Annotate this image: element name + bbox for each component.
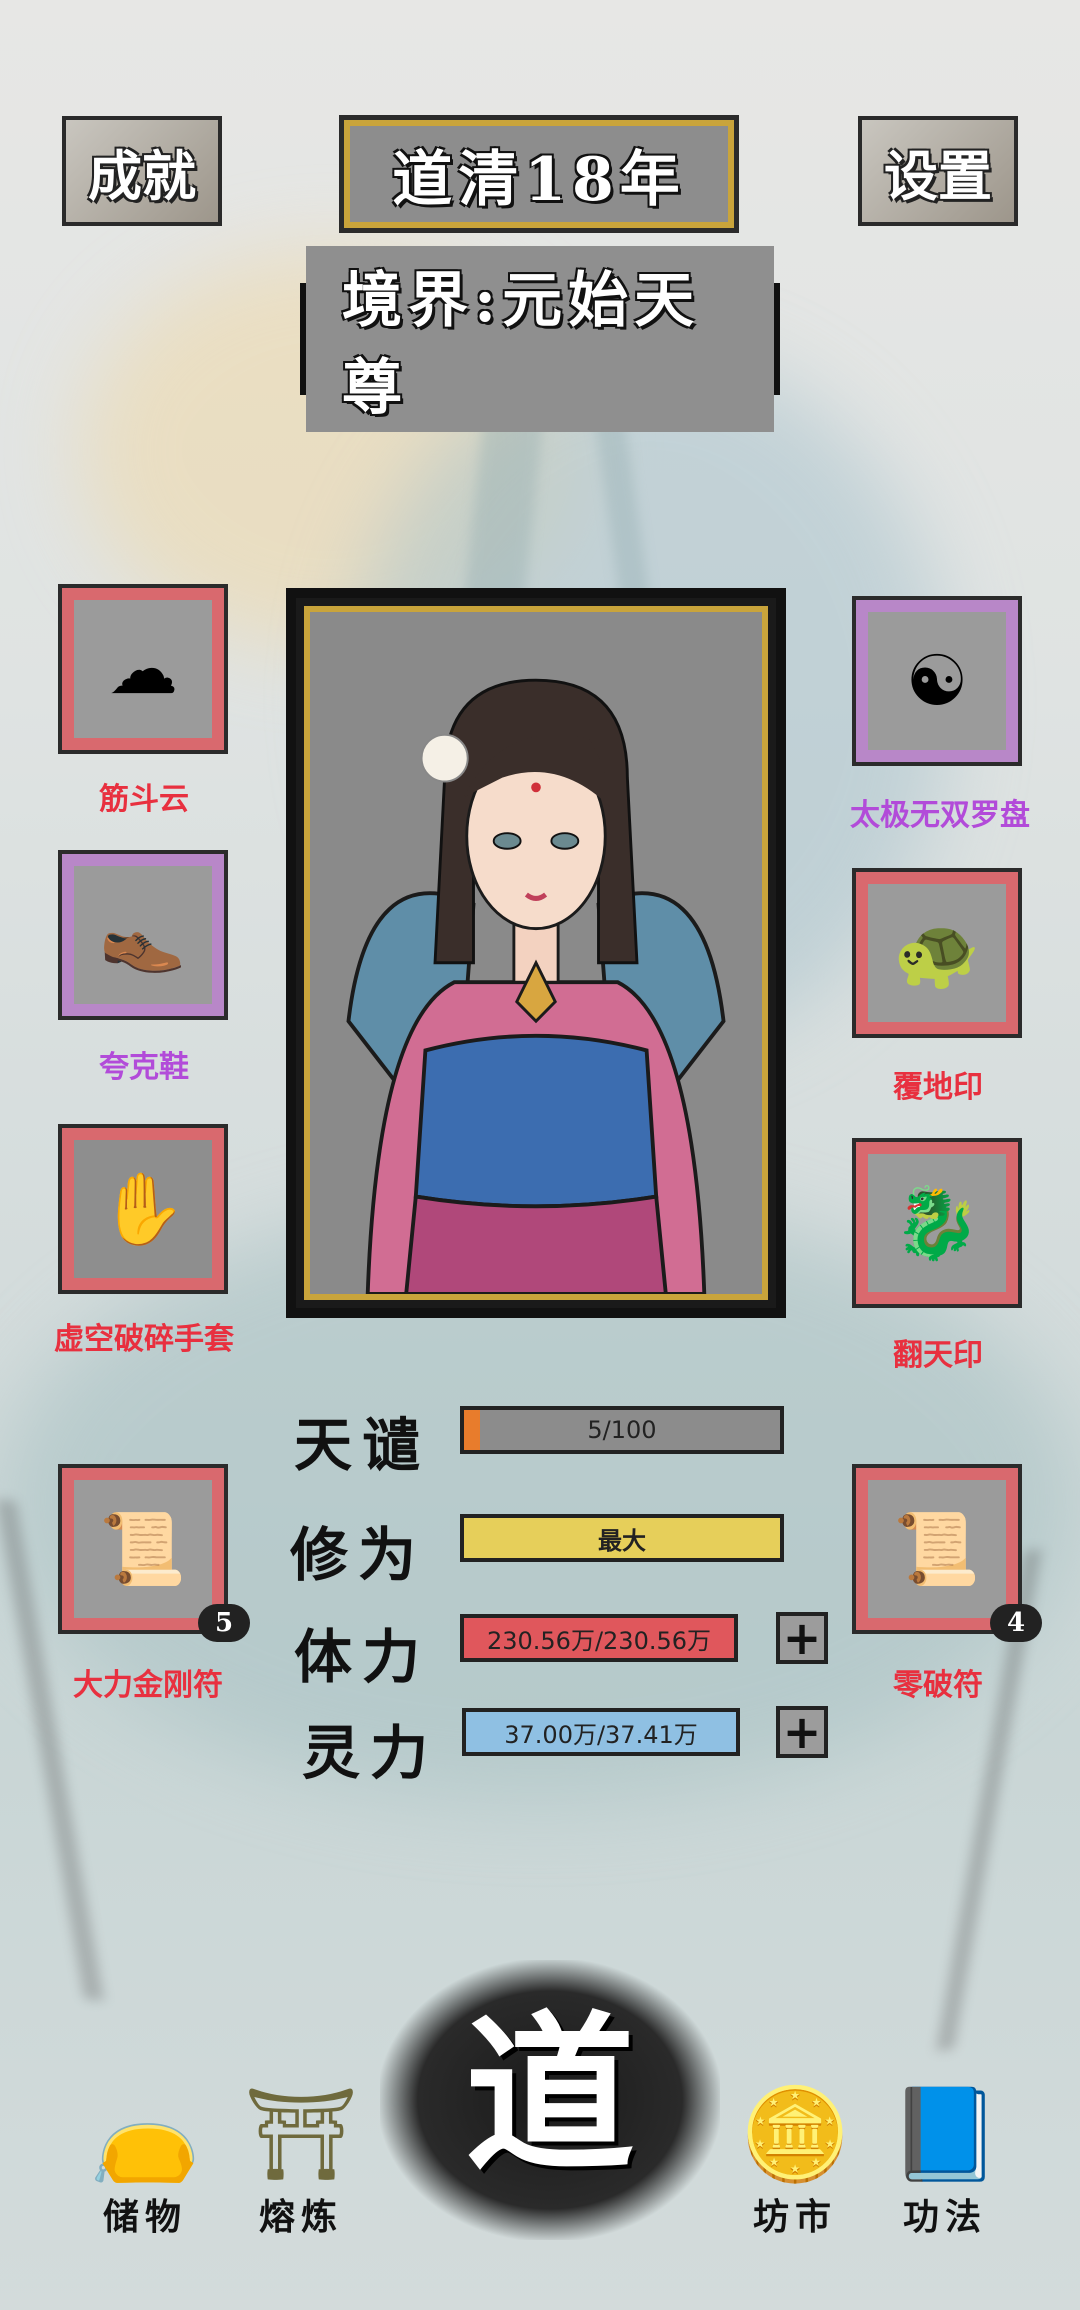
spirit-value: 37.00万/37.41万 [504, 1720, 698, 1749]
cauldron-icon: ⛩ [243, 2082, 359, 2187]
add-stamina-button[interactable]: + [776, 1612, 828, 1664]
achievements-button[interactable]: 成就 [62, 116, 222, 226]
stamina-value: 230.56万/230.56万 [486, 1626, 712, 1655]
realm-plaque: 境界:元始天尊 [300, 246, 780, 432]
equipment-slot-earth-seal[interactable]: 🐢 [852, 868, 1022, 1038]
seal-icon: 🐢 [893, 911, 981, 994]
stat-label-cultivation: 修为 [290, 1521, 427, 1589]
nav-storage[interactable]: 👝 储物 [80, 2090, 210, 2240]
slot-label: 太极无双罗盘 [850, 798, 1030, 833]
talisman-slot-vajra[interactable]: 📜 [58, 1464, 228, 1634]
slot-label: 夸克鞋 [99, 1050, 189, 1085]
equipment-slot-quark-shoes[interactable]: 👞 [58, 850, 228, 1020]
stat-label-spirit: 灵力 [302, 1719, 439, 1787]
slot-label: 覆地印 [893, 1070, 983, 1105]
realm-label: 境界:元始天尊 [306, 246, 774, 432]
dao-center-label: 道 [464, 1995, 635, 2195]
compass-icon: ☯ [905, 640, 969, 722]
year-plaque: 道清18年 [339, 115, 739, 233]
talisman-icon: 📜 [99, 1507, 187, 1590]
stamina-bar: 230.56万/230.56万 [460, 1614, 738, 1662]
nav-storage-label: 储物 [102, 2196, 187, 2238]
talisman-count-badge: 4 [990, 1604, 1042, 1642]
spirit-bar: 37.00万/37.41万 [462, 1708, 740, 1756]
glove-icon: ✋ [99, 1167, 187, 1250]
nav-techniques[interactable]: 📘 功法 [880, 2090, 1010, 2240]
equipment-slot-somersault-cloud[interactable]: ☁ [58, 584, 228, 754]
nav-market[interactable]: 🪙 坊市 [730, 2090, 860, 2240]
cloud-icon: ☁ [108, 628, 178, 710]
year-label: 道清18年 [392, 144, 686, 215]
slot-label: 翻天印 [893, 1338, 983, 1373]
nav-smelting[interactable]: ⛩ 熔炼 [236, 2090, 366, 2240]
settings-label: 设置 [884, 143, 992, 208]
settings-button[interactable]: 设置 [858, 116, 1018, 226]
cultivation-value: 最大 [598, 1525, 646, 1555]
stat-label-tribulation: 天谴 [294, 1411, 431, 1479]
equipment-slot-taiji-compass[interactable]: ☯ [852, 596, 1022, 766]
slot-label: 虚空破碎手套 [54, 1322, 234, 1357]
slot-label: 筋斗云 [99, 782, 189, 817]
tribulation-value: 5/100 [587, 1416, 657, 1444]
stat-label-stamina: 体力 [294, 1623, 431, 1691]
nav-techniques-label: 功法 [902, 2196, 987, 2238]
shoe-icon: 👞 [99, 893, 187, 976]
talisman-icon: 📜 [893, 1507, 981, 1590]
equipment-slot-heaven-seal[interactable]: 🐉 [852, 1138, 1022, 1308]
cultivation-bar: 最大 [460, 1514, 784, 1562]
talisman-count-badge: 5 [198, 1604, 250, 1642]
character-illustration [346, 678, 726, 1294]
tribulation-bar: 5/100 [460, 1406, 784, 1454]
slot-label: 零破符 [893, 1668, 983, 1703]
coins-icon: 🪙 [738, 2082, 852, 2187]
add-spirit-button[interactable]: + [776, 1706, 828, 1758]
dragon-seal-icon: 🐉 [893, 1181, 981, 1264]
nav-market-label: 坊市 [752, 2196, 837, 2238]
equipment-slot-void-gloves[interactable]: ✋ [58, 1124, 228, 1294]
pouch-icon: 👝 [88, 2082, 202, 2187]
nav-smelting-label: 熔炼 [258, 2196, 343, 2238]
nav-dao-center[interactable]: 道 [420, 2010, 680, 2180]
tribulation-fill [464, 1410, 480, 1450]
character-portrait [286, 588, 786, 1318]
slot-label: 大力金刚符 [73, 1668, 223, 1703]
book-icon: 📘 [888, 2082, 1002, 2187]
achievements-label: 成就 [88, 143, 196, 208]
